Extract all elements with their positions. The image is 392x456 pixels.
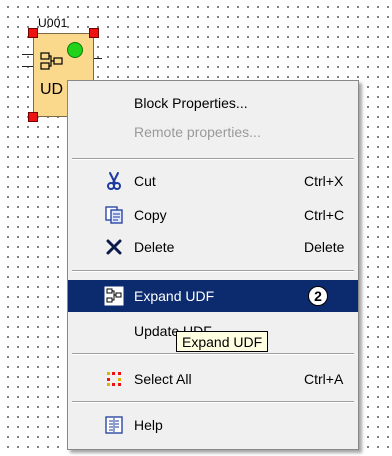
copy-icon: [104, 205, 124, 225]
menu-item-select-all[interactable]: Select All Ctrl+A: [68, 365, 358, 393]
menu-item-cut[interactable]: Cut Ctrl+X: [68, 167, 358, 195]
delete-x-icon: [104, 237, 124, 257]
tooltip: Expand UDF: [176, 331, 269, 352]
expand-udf-icon: [104, 286, 124, 306]
selection-handle-bottom-left[interactable]: [28, 112, 38, 122]
menu-separator: [72, 401, 354, 403]
menu-item-label: Select All: [134, 371, 192, 387]
menu-item-label: Delete: [134, 239, 175, 255]
help-icon: [104, 415, 124, 435]
menu-separator: [72, 270, 354, 272]
menu-separator: [72, 353, 354, 355]
selection-handle-top-right[interactable]: [89, 28, 99, 38]
menu-item-shortcut: Ctrl+X: [304, 173, 344, 189]
selection-handle-top-left[interactable]: [28, 28, 38, 38]
scissors-icon: [104, 171, 124, 191]
menu-item-remote-properties: Remote properties...: [68, 118, 358, 146]
menu-item-label: Copy: [134, 207, 167, 223]
menu-item-label: Expand UDF: [134, 288, 215, 304]
select-all-icon: [104, 369, 124, 389]
output-pin[interactable]: [94, 58, 102, 59]
menu-item-help[interactable]: Help: [68, 411, 358, 439]
input-pin[interactable]: [22, 66, 33, 67]
menu-item-label: Help: [134, 417, 163, 433]
menu-item-copy[interactable]: Copy Ctrl+C: [68, 201, 358, 229]
menu-item-delete[interactable]: Delete Delete: [68, 233, 358, 261]
menu-item-label: Block Properties...: [134, 95, 248, 111]
udf-block-icon: [40, 52, 64, 77]
menu-item-label: Cut: [134, 173, 156, 189]
block-text: UD: [40, 81, 64, 98]
status-led-icon: [67, 42, 83, 58]
step-number-badge: 2: [308, 286, 328, 306]
menu-item-shortcut: Ctrl+C: [304, 207, 345, 223]
block-id-label: U001: [38, 16, 68, 30]
menu-item-expand-udf[interactable]: Expand UDF 2: [68, 280, 358, 312]
menu-item-shortcut: Ctrl+A: [304, 371, 344, 387]
menu-item-block-properties[interactable]: Block Properties...: [68, 89, 358, 117]
input-pin[interactable]: [22, 54, 33, 55]
menu-separator: [72, 158, 354, 160]
menu-item-shortcut: Delete: [304, 239, 345, 255]
context-menu: Block Properties... Remote properties...…: [67, 80, 359, 450]
menu-item-label: Remote properties...: [134, 124, 261, 140]
